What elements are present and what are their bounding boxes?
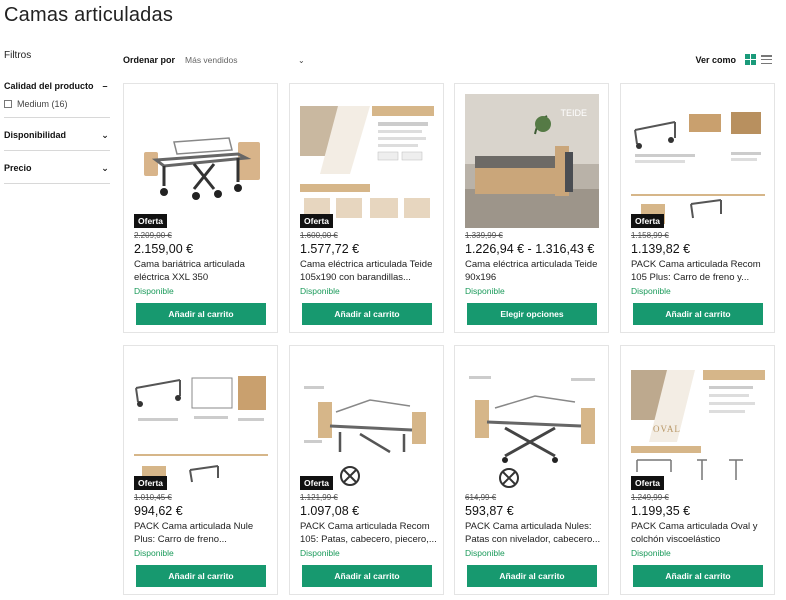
product-card[interactable]: Oferta 1.010,45 € 994,62 € PACK Cama art… — [123, 345, 278, 595]
price: 994,62 € — [134, 504, 183, 518]
add-to-cart-button[interactable]: Añadir al carrito — [633, 565, 763, 587]
image-caption: TEIDE — [560, 108, 587, 118]
price: 1.139,82 € — [631, 242, 691, 256]
filters-sidebar: Filtros Calidad del producto – Medium (1… — [4, 50, 110, 194]
product-card[interactable]: Oferta 1.121,99 € 1.097,08 € PACK Cama a… — [289, 345, 444, 595]
product-name[interactable]: Cama eléctrica articulada Teide 90x196 — [465, 259, 603, 285]
price: 593,87 € — [465, 504, 514, 518]
stock-status: Disponible — [300, 548, 340, 558]
filter-toggle-availability[interactable]: Disponibilidad ⌄ — [4, 128, 110, 142]
filter-group-availability: Disponibilidad ⌄ — [4, 128, 110, 151]
offer-badge: Oferta — [300, 214, 334, 228]
product-image[interactable] — [631, 94, 765, 228]
old-price: 614,99 € — [465, 493, 497, 502]
filter-label: Calidad del producto — [4, 81, 94, 91]
stock-status: Disponible — [134, 548, 174, 558]
product-card[interactable]: TEIDE 1.339,99 € 1.226,94 € - 1.316,43 €… — [454, 83, 609, 333]
old-price: 1.600,00 € — [300, 231, 338, 240]
filter-label: Disponibilidad — [4, 130, 66, 140]
product-image[interactable] — [300, 356, 434, 490]
product-card[interactable]: Oferta 1.158,99 € 1.139,82 € PACK Cama a… — [620, 83, 775, 333]
chevron-down-icon: ⌄ — [101, 129, 109, 140]
old-price: 1.121,99 € — [300, 493, 338, 502]
price: 1.097,08 € — [300, 504, 360, 518]
stock-status: Disponible — [300, 286, 340, 296]
stock-status: Disponible — [631, 286, 671, 296]
product-image[interactable] — [134, 356, 268, 490]
price: 2.159,00 € — [134, 242, 194, 256]
filter-toggle-quality[interactable]: Calidad del producto – — [4, 79, 110, 93]
price: 1.226,94 € - 1.316,43 € — [465, 242, 595, 256]
page-title: Camas articuladas — [4, 4, 174, 26]
price: 1.199,35 € — [631, 504, 691, 518]
old-price: 1.010,45 € — [134, 493, 172, 502]
offer-badge: Oferta — [631, 476, 665, 490]
product-image[interactable] — [134, 94, 268, 228]
old-price: 1.249,99 € — [631, 493, 669, 502]
chevron-down-icon: ⌄ — [101, 162, 109, 173]
add-to-cart-button[interactable]: Añadir al carrito — [467, 565, 597, 587]
old-price: 2.209,00 € — [134, 231, 172, 240]
product-name[interactable]: Cama bariátrica articulada eléctrica XXL… — [134, 259, 272, 285]
offer-badge: Oferta — [631, 214, 665, 228]
product-image[interactable]: OVAL — [631, 356, 765, 490]
add-to-cart-button[interactable]: Añadir al carrito — [302, 565, 432, 587]
product-name[interactable]: PACK Cama articulada Oval y colchón visc… — [631, 521, 769, 547]
chevron-down-icon[interactable]: ⌄ — [298, 56, 305, 65]
filter-label: Precio — [4, 163, 32, 173]
price: 1.577,72 € — [300, 242, 360, 256]
grid-view-icon[interactable] — [745, 54, 756, 65]
add-to-cart-button[interactable]: Añadir al carrito — [136, 565, 266, 587]
sort-label: Ordenar por — [123, 55, 176, 65]
filter-toggle-price[interactable]: Precio ⌄ — [4, 161, 110, 175]
filter-group-price: Precio ⌄ — [4, 161, 110, 184]
add-to-cart-button[interactable]: Añadir al carrito — [136, 303, 266, 325]
stock-status: Disponible — [631, 548, 671, 558]
add-to-cart-button[interactable]: Añadir al carrito — [302, 303, 432, 325]
filter-option-medium[interactable]: Medium (16) — [4, 99, 110, 109]
product-image[interactable] — [300, 94, 434, 228]
offer-badge: Oferta — [134, 214, 168, 228]
filter-group-quality: Calidad del producto – Medium (16) — [4, 79, 110, 118]
filter-option-label: Medium (16) — [17, 99, 68, 109]
product-card[interactable]: OVAL Oferta 1.249,99 € 1.199,35 € PACK C… — [620, 345, 775, 595]
view-as-label: Ver como — [695, 55, 736, 65]
product-name[interactable]: PACK Cama articulada Nule Plus: Carro de… — [134, 521, 272, 547]
product-name[interactable]: PACK Cama articulada Nules: Patas con ni… — [465, 521, 603, 547]
offer-badge: Oferta — [300, 476, 334, 490]
add-to-cart-button[interactable]: Añadir al carrito — [633, 303, 763, 325]
image-caption: OVAL — [653, 424, 681, 434]
product-image[interactable] — [465, 356, 599, 490]
checkbox[interactable] — [4, 100, 12, 108]
choose-options-button[interactable]: Elegir opciones — [467, 303, 597, 325]
filters-title: Filtros — [4, 50, 32, 61]
product-card[interactable]: Oferta 2.209,00 € 2.159,00 € Cama bariát… — [123, 83, 278, 333]
stock-status: Disponible — [465, 548, 505, 558]
product-name[interactable]: PACK Cama articulada Recom 105: Patas, c… — [300, 521, 438, 547]
product-card[interactable]: 614,99 € 593,87 € PACK Cama articulada N… — [454, 345, 609, 595]
list-view-icon[interactable] — [761, 55, 772, 64]
old-price: 1.158,99 € — [631, 231, 669, 240]
product-card[interactable]: Oferta 1.600,00 € 1.577,72 € Cama eléctr… — [289, 83, 444, 333]
offer-badge: Oferta — [134, 476, 168, 490]
minus-icon: – — [102, 81, 108, 91]
stock-status: Disponible — [465, 286, 505, 296]
product-name[interactable]: PACK Cama articulada Recom 105 Plus: Car… — [631, 259, 769, 285]
sort-select[interactable]: Más vendidos — [185, 55, 295, 65]
sort-toolbar: Ordenar por Más vendidos ⌄ Ver como — [123, 52, 774, 68]
stock-status: Disponible — [134, 286, 174, 296]
product-name[interactable]: Cama eléctrica articulada Teide 105x190 … — [300, 259, 438, 285]
old-price: 1.339,99 € — [465, 231, 503, 240]
product-image[interactable]: TEIDE — [465, 94, 599, 228]
